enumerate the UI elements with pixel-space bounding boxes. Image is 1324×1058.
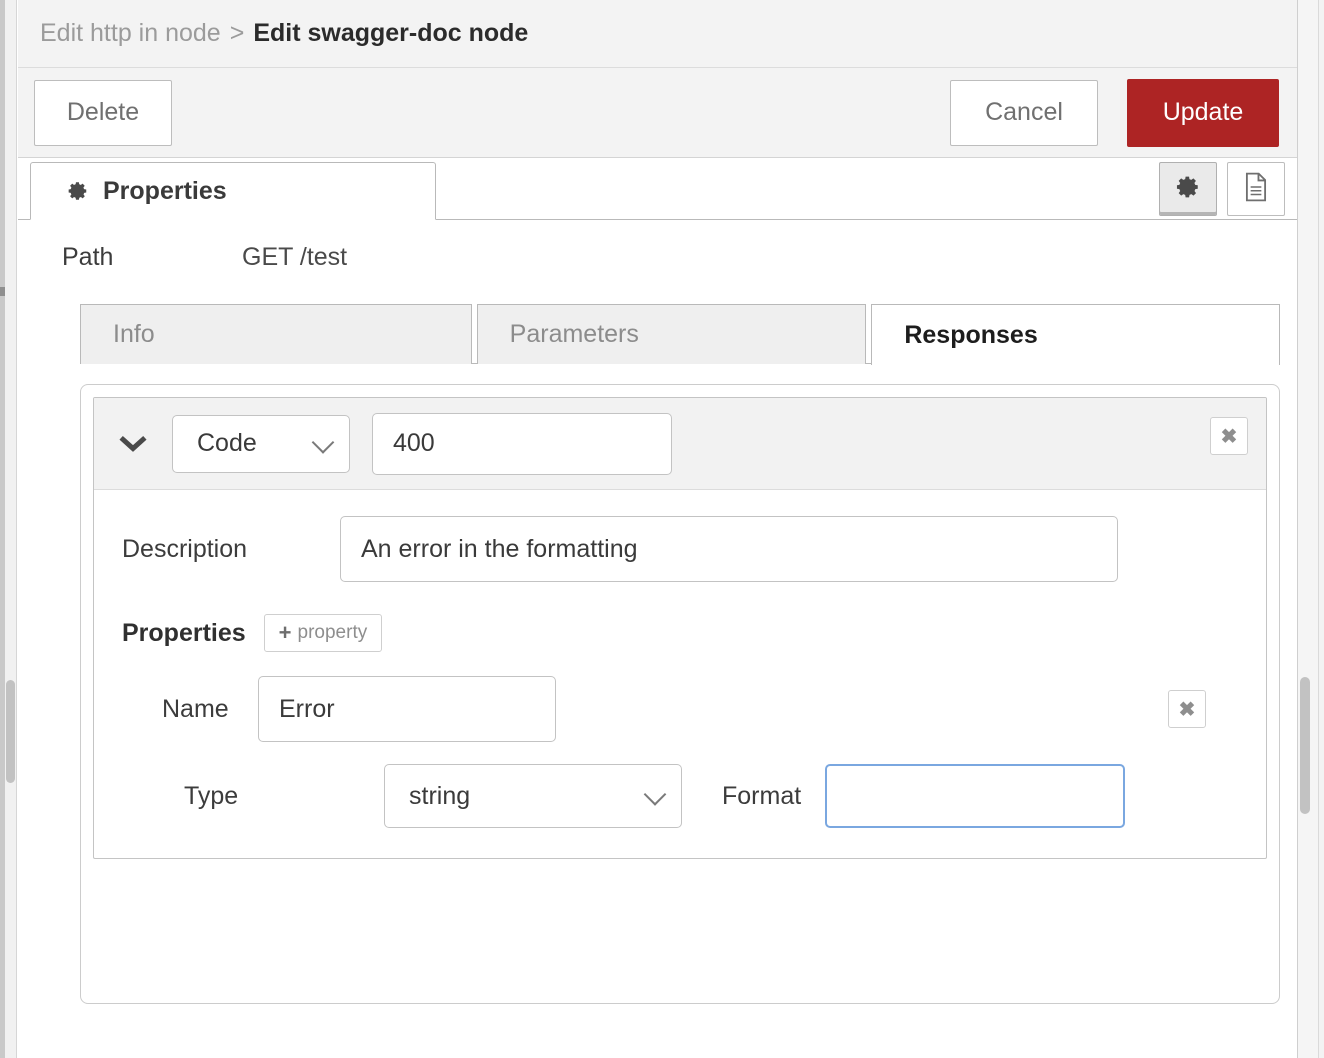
property-name-label: Name	[162, 694, 229, 723]
responses-list: Code 400 ✖ Description An error in the f…	[80, 384, 1280, 1004]
subtab-responses[interactable]: Responses	[871, 304, 1280, 365]
tabstrip-icon-buttons	[1159, 162, 1285, 216]
right-scrollbar-track[interactable]	[1297, 0, 1324, 1058]
delete-button[interactable]: Delete	[34, 79, 172, 146]
property-type-value: string	[409, 781, 471, 810]
edit-node-dialog: Edit http in node > Edit swagger-doc nod…	[0, 0, 1324, 1058]
left-scrollbar-marker	[0, 287, 5, 296]
close-icon: ✖	[1220, 425, 1238, 448]
description-row: Description An error in the formatting	[94, 516, 1266, 582]
documentation-view-button[interactable]	[1227, 162, 1285, 216]
property-type-label: Type	[184, 781, 239, 810]
remove-response-button[interactable]: ✖	[1210, 417, 1248, 455]
endpoint-subtabs: Info Parameters Responses	[80, 304, 1280, 365]
property-type-row: Type string Format	[94, 764, 1266, 828]
breadcrumb-separator: >	[229, 19, 245, 47]
property-type-select[interactable]: string	[384, 764, 682, 828]
tab-properties-label: Properties	[103, 176, 227, 205]
response-item: Code 400 ✖ Description An error in the f…	[93, 397, 1267, 859]
properties-panel: Path GET /test Info Parameters Responses	[18, 220, 1297, 1004]
primary-actions: Cancel Update	[950, 78, 1279, 147]
response-code-input[interactable]: 400	[372, 412, 672, 475]
response-header: Code 400 ✖	[94, 398, 1266, 490]
breadcrumb-current: Edit swagger-doc node	[253, 19, 529, 47]
gear-icon	[1175, 174, 1201, 205]
left-scrollbar-shade	[0, 0, 5, 1058]
properties-title: Properties	[122, 618, 246, 647]
property-format-input[interactable]	[825, 764, 1126, 828]
response-code-type-value: Code	[197, 429, 257, 457]
remove-property-button[interactable]: ✖	[1168, 690, 1206, 728]
settings-view-button[interactable]	[1159, 162, 1217, 216]
close-icon: ✖	[1178, 698, 1196, 721]
properties-header-row: Properties + property	[94, 614, 1266, 652]
plus-icon: +	[278, 620, 292, 645]
property-name-value: Error	[279, 694, 335, 723]
cancel-button[interactable]: Cancel	[950, 79, 1098, 146]
node-tabstrip: Properties	[18, 158, 1297, 220]
left-scrollbar-thumb[interactable]	[6, 680, 15, 783]
description-label: Description	[122, 534, 248, 563]
right-scrollbar-edge	[1318, 0, 1324, 1058]
path-row: Path GET /test	[18, 220, 1297, 294]
response-code-type-select[interactable]: Code	[172, 414, 350, 473]
chevron-down-icon	[643, 783, 667, 806]
add-property-button[interactable]: + property	[263, 614, 383, 652]
subtab-info[interactable]: Info	[80, 304, 472, 364]
breadcrumb: Edit http in node > Edit swagger-doc nod…	[18, 0, 1297, 68]
update-button[interactable]: Update	[1127, 78, 1279, 147]
left-scrollbar-track[interactable]	[0, 0, 17, 1058]
gear-icon	[67, 180, 89, 202]
path-label: Path	[62, 242, 114, 271]
chevron-down-icon	[311, 430, 335, 454]
description-value: An error in the formatting	[361, 534, 638, 563]
breadcrumb-previous[interactable]: Edit http in node	[40, 19, 221, 48]
right-scrollbar-thumb[interactable]	[1300, 677, 1310, 814]
property-format-label: Format	[722, 781, 802, 810]
document-icon	[1243, 172, 1269, 207]
response-code-value: 400	[393, 429, 435, 457]
path-value: GET /test	[242, 242, 348, 271]
property-name-row: Name Error ✖	[94, 676, 1266, 742]
response-body: Description An error in the formatting P…	[94, 490, 1266, 858]
property-name-input[interactable]: Error	[258, 676, 556, 742]
dialog-action-bar: Delete Cancel Update	[18, 68, 1297, 158]
add-property-label: property	[297, 622, 368, 643]
dialog-panel: Edit http in node > Edit swagger-doc nod…	[18, 0, 1297, 1058]
chevron-down-icon[interactable]	[116, 427, 150, 461]
subtab-parameters[interactable]: Parameters	[476, 304, 867, 364]
tab-properties[interactable]: Properties	[30, 162, 436, 220]
description-input[interactable]: An error in the formatting	[340, 516, 1118, 582]
